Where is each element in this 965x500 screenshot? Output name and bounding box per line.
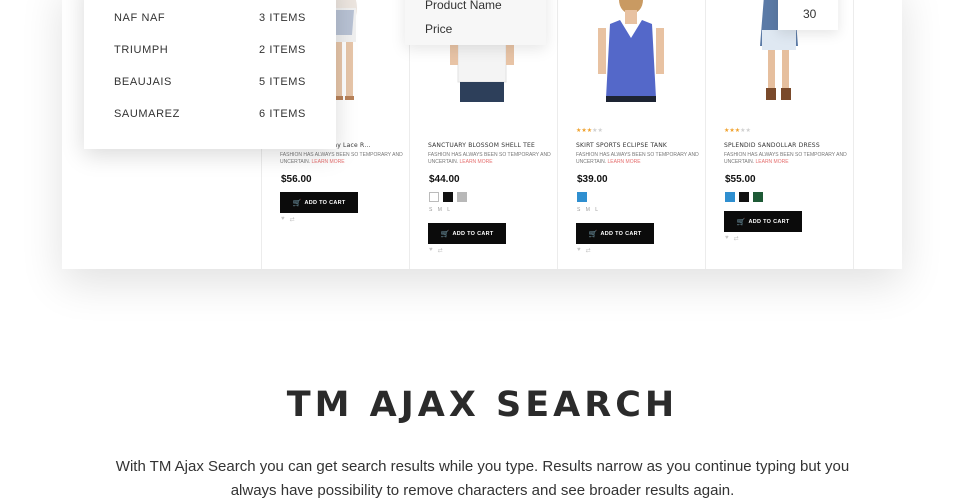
cart-icon: 🛒	[440, 230, 450, 238]
brand-count: 6 ITEMS	[259, 108, 306, 120]
brand-name: TRIUMPH	[114, 44, 169, 56]
brand-count: 2 ITEMS	[259, 44, 306, 56]
heart-icon[interactable]: ♥	[577, 247, 581, 254]
sort-option-product-name[interactable]: Product Name	[425, 0, 502, 12]
color-swatches	[725, 192, 763, 202]
product-actions: ♥ ⇄	[725, 235, 739, 242]
learn-more-link[interactable]: Learn more	[460, 159, 493, 165]
product-price: $44.00	[429, 174, 460, 185]
brand-count: 5 ITEMS	[259, 76, 306, 88]
star-rating: ★★★★★	[576, 128, 603, 134]
size-options[interactable]: S M L	[429, 207, 452, 213]
cart-icon: 🛒	[588, 230, 598, 238]
product-name[interactable]: SPLENDID SANDOLLAR DRESS	[724, 142, 820, 149]
sort-dropdown: Product Name Price	[405, 0, 546, 45]
color-swatch-black[interactable]	[739, 192, 749, 202]
brand-filter-item[interactable]: BEAUJAIS 5 ITEMS	[114, 74, 306, 90]
add-to-cart-label: ADD TO CART	[304, 199, 346, 206]
product-card[interactable]: ★★★★★ SPLENDID SANDOLLAR DRESS Fashion h…	[706, 0, 853, 269]
color-swatch-green[interactable]	[753, 192, 763, 202]
add-to-cart-label: ADD TO CART	[452, 230, 494, 237]
brand-filter-item[interactable]: TRIUMPH 2 ITEMS	[114, 42, 306, 58]
product-description: Fashion has always been so temporary and…	[724, 152, 849, 166]
product-name[interactable]: SANCTUARY BLOSSOM SHELL TEE	[428, 142, 535, 149]
cart-icon: 🛒	[292, 199, 302, 207]
product-description: Fashion has always been so temporary and…	[428, 152, 553, 166]
product-name[interactable]: SKIRT SPORTS ECLIPSE TANK	[576, 142, 667, 149]
product-price: $39.00	[577, 174, 608, 185]
product-actions: ♥ ⇄	[577, 247, 591, 254]
compare-icon[interactable]: ⇄	[734, 235, 739, 242]
color-swatch-blue[interactable]	[725, 192, 735, 202]
heart-icon[interactable]: ♥	[725, 235, 729, 242]
page: Poodia Malay Lace R… Fashion has always …	[0, 0, 965, 500]
add-to-cart-label: ADD TO CART	[600, 230, 642, 237]
per-page-value: 30	[803, 7, 817, 21]
color-swatch-blue[interactable]	[577, 192, 587, 202]
brand-count: 3 ITEMS	[259, 12, 306, 24]
product-card[interactable]: ★★★★★ SKIRT SPORTS ECLIPSE TANK Fashion …	[558, 0, 705, 269]
cart-icon: 🛒	[736, 218, 746, 226]
sort-option-price[interactable]: Price	[425, 22, 452, 36]
column-divider	[853, 0, 854, 269]
compare-icon[interactable]: ⇄	[438, 247, 443, 254]
learn-more-link[interactable]: Learn more	[312, 159, 345, 165]
color-swatches	[577, 192, 587, 202]
brand-name: BEAUJAIS	[114, 76, 172, 88]
brand-name: NAF NAF	[114, 12, 166, 24]
product-description: Fashion has always been so temporary and…	[280, 152, 405, 166]
star-rating: ★★★★★	[724, 128, 751, 134]
add-to-cart-label: ADD TO CART	[748, 218, 790, 225]
heart-icon[interactable]: ♥	[281, 216, 285, 223]
brand-filter-item[interactable]: SAUMAREZ 6 ITEMS	[114, 106, 306, 122]
section-title: TM AJAX SEARCH	[286, 385, 679, 425]
add-to-cart-button[interactable]: 🛒 ADD TO CART	[428, 223, 506, 244]
color-swatch-white[interactable]	[429, 192, 439, 202]
product-actions: ♥ ⇄	[281, 216, 295, 223]
compare-icon[interactable]: ⇄	[290, 216, 295, 223]
brand-filter-item[interactable]: NAF NAF 3 ITEMS	[114, 10, 306, 26]
product-actions: ♥ ⇄	[429, 247, 443, 254]
compare-icon[interactable]: ⇄	[586, 247, 591, 254]
product-description: Fashion has always been so temporary and…	[576, 152, 701, 166]
add-to-cart-button[interactable]: 🛒 ADD TO CART	[724, 211, 802, 232]
heart-icon[interactable]: ♥	[429, 247, 433, 254]
product-image[interactable]	[558, 0, 705, 125]
color-swatches	[429, 192, 467, 202]
add-to-cart-button[interactable]: 🛒 ADD TO CART	[576, 223, 654, 244]
color-swatch-black[interactable]	[443, 192, 453, 202]
add-to-cart-button[interactable]: 🛒 ADD TO CART	[280, 192, 358, 213]
learn-more-link[interactable]: Learn more	[756, 159, 789, 165]
brand-name: SAUMAREZ	[114, 108, 180, 120]
product-price: $55.00	[725, 174, 756, 185]
per-page-dropdown[interactable]: 30	[778, 0, 838, 30]
section-description: With TM Ajax Search you can get search r…	[115, 458, 850, 499]
brand-filter-dropdown: NAF NAF 3 ITEMS TRIUMPH 2 ITEMS BEAUJAIS…	[84, 0, 336, 149]
color-swatch-gray[interactable]	[457, 192, 467, 202]
learn-more-link[interactable]: Learn more	[608, 159, 641, 165]
size-options[interactable]: S M L	[577, 207, 600, 213]
product-price: $56.00	[281, 174, 312, 185]
